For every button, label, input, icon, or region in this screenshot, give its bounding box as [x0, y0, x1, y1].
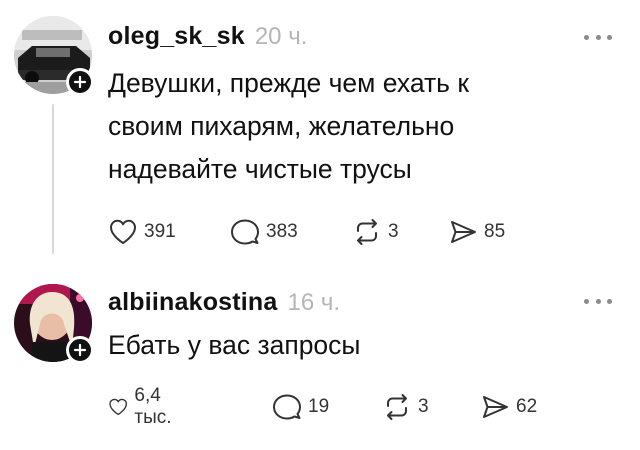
more-dots-icon	[584, 298, 589, 304]
speech-bubble-icon	[273, 394, 301, 420]
thread-post: oleg_sk_sk 20 ч. Девушки, прежде чем еха…	[0, 0, 640, 268]
timestamp: 20 ч.	[254, 23, 308, 50]
plus-icon	[73, 343, 87, 357]
avatar-container[interactable]	[14, 16, 94, 96]
avatar-container[interactable]	[14, 284, 94, 364]
more-dots-icon	[584, 34, 589, 40]
comment-count: 19	[308, 396, 330, 417]
comment-button[interactable]: 383	[230, 217, 298, 247]
thread-post: albiinakostina 16 ч. Ебать у вас запросы…	[0, 268, 640, 450]
like-count: 6,4 тыс.	[134, 385, 172, 428]
post-header: albiinakostina 16 ч.	[108, 288, 340, 317]
speech-bubble-icon	[231, 219, 259, 245]
repost-count: 3	[388, 221, 399, 242]
post-text: Девушки, прежде чем ехать к своим пихаря…	[108, 62, 608, 191]
post-text-line: надевайте чистые трусы	[108, 154, 412, 184]
share-count: 62	[516, 396, 538, 417]
post-text-line: Ебать у вас запросы	[108, 330, 361, 360]
repost-button[interactable]: 3	[382, 392, 429, 422]
like-button[interactable]: 6,4 тыс.	[108, 385, 181, 428]
comment-button[interactable]: 19	[272, 392, 329, 422]
more-dots-icon	[595, 34, 601, 40]
like-count: 391	[144, 221, 176, 242]
repost-icon	[387, 394, 407, 420]
heart-icon	[110, 219, 136, 244]
more-dots-icon	[595, 298, 601, 304]
heart-icon	[109, 398, 128, 416]
share-button[interactable]: 62	[480, 392, 537, 422]
comment-count: 383	[266, 221, 298, 242]
thread-connector-line	[52, 104, 54, 254]
like-button[interactable]: 391	[108, 217, 176, 247]
more-options-button[interactable]	[584, 296, 612, 306]
more-dots-icon	[607, 34, 612, 40]
username[interactable]: albiinakostina	[108, 288, 278, 317]
post-header: oleg_sk_sk 20 ч.	[108, 22, 307, 51]
post-text: Ебать у вас запросы	[108, 324, 608, 367]
repost-count: 3	[418, 396, 429, 417]
plus-icon	[73, 75, 87, 89]
send-icon	[483, 396, 508, 418]
more-options-button[interactable]	[584, 32, 612, 42]
follow-button[interactable]	[66, 68, 94, 96]
share-button[interactable]: 85	[448, 217, 505, 247]
post-text-line: своим пихарям, желательно	[108, 111, 455, 141]
timestamp: 16 ч.	[287, 289, 341, 316]
username[interactable]: oleg_sk_sk	[108, 22, 245, 51]
post-text-line: Девушки, прежде чем ехать к	[108, 68, 469, 98]
send-icon	[451, 221, 476, 243]
repost-icon	[357, 219, 377, 245]
repost-button[interactable]: 3	[352, 217, 399, 247]
follow-button[interactable]	[66, 336, 94, 364]
more-dots-icon	[607, 298, 612, 304]
share-count: 85	[484, 221, 506, 242]
